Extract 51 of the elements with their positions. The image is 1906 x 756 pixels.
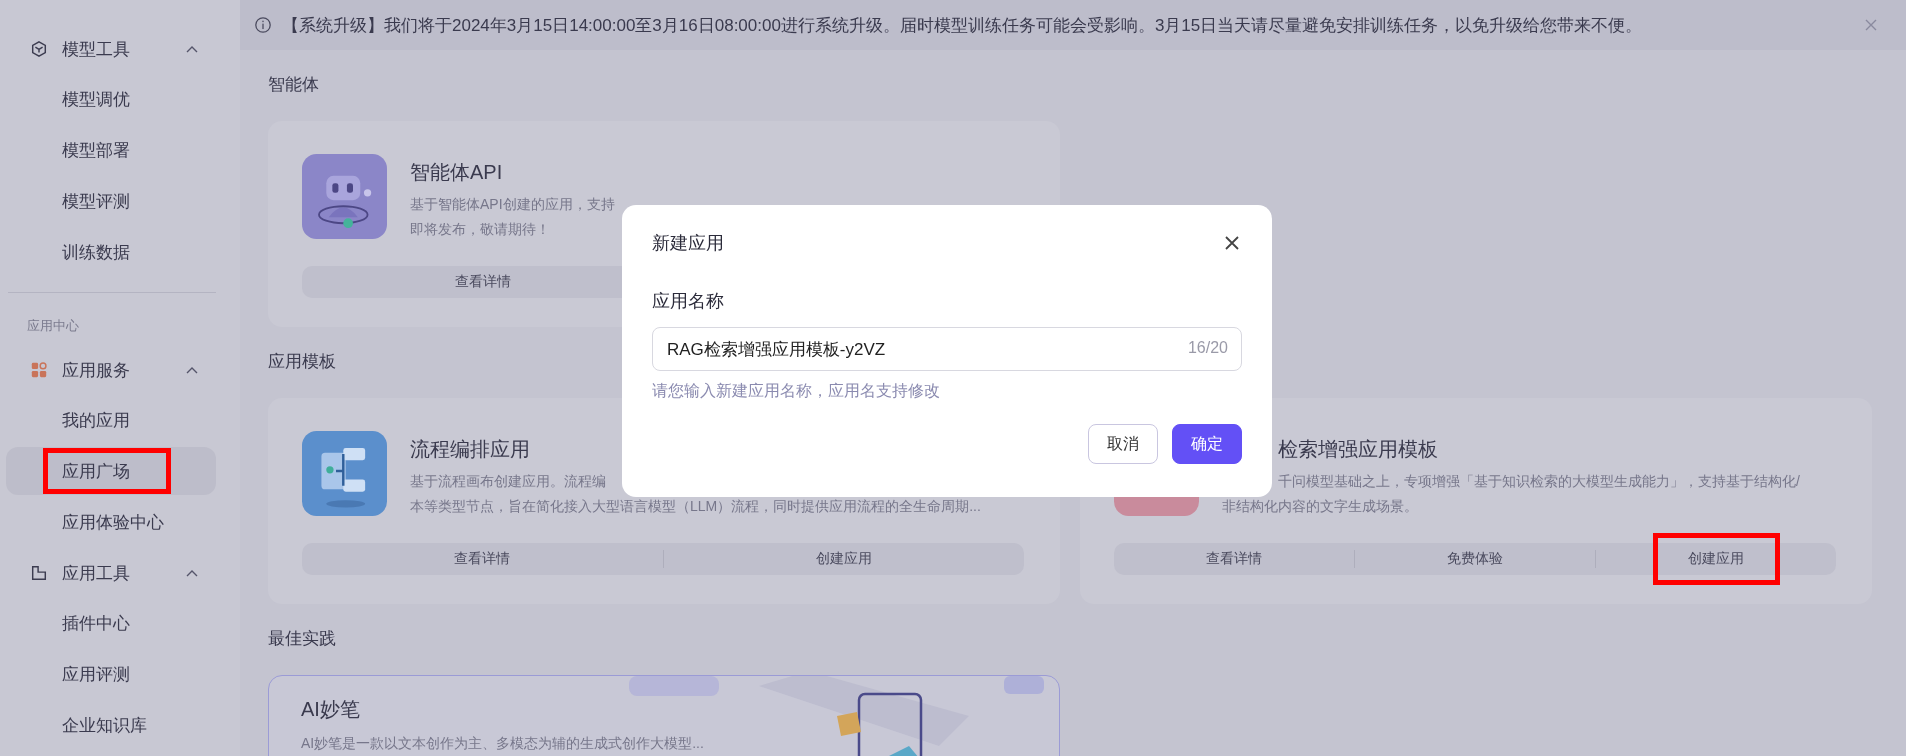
grid-icon xyxy=(30,361,48,379)
section-heading: 最佳实践 xyxy=(268,628,336,650)
action-button[interactable]: 创建应用 xyxy=(780,533,908,585)
section-label: 应用中心 xyxy=(26,317,80,335)
action-button[interactable]: 创建应用 xyxy=(1652,533,1780,585)
notice-text: 【系统升级】我们将于2024年3月15日14:00:00至3月16日08:00:00进行系统升级。届时模型训练任务可能会受影响。3月15日当天请尽量避免安排训练任务，以免升级给您带来不便。 xyxy=(282,14,1644,37)
card-title: 流程编排应用 xyxy=(410,437,531,462)
cancel-button[interactable]: 取消 xyxy=(1088,424,1158,464)
close-icon[interactable] xyxy=(1224,235,1240,251)
field-label: 应用名称 xyxy=(652,290,725,313)
cube-icon xyxy=(30,40,48,58)
action-button[interactable]: 查看详情 xyxy=(419,256,546,308)
card-title: AI妙笔 xyxy=(301,697,361,722)
section-heading: 智能体 xyxy=(268,74,319,96)
card-description: 基于流程画布创建应用。流程编 xyxy=(410,472,607,491)
menu-group[interactable]: 应用服务 xyxy=(0,345,240,395)
sidebar-item[interactable]: 模型调优 xyxy=(6,75,216,123)
sidebar-item[interactable]: 模型评测 xyxy=(6,177,216,225)
dialog-title: 新建应用 xyxy=(652,232,724,255)
sidebar-item[interactable]: 我的应用 xyxy=(6,396,216,444)
info-icon xyxy=(254,16,272,34)
action-button[interactable]: 查看详情 xyxy=(1170,533,1298,585)
menu-group[interactable]: 模型工具 xyxy=(0,24,240,74)
action-button[interactable]: 查看详情 xyxy=(418,533,546,585)
card-description: 即将发布，敬请期待！ xyxy=(410,220,551,239)
card-description: 本等类型节点，旨在简化接入大型语言模型（LLM）流程，同时提供应用流程的全生命周期... xyxy=(410,497,981,516)
flowchart-icon xyxy=(302,431,387,516)
card-title: 检索增强应用模板 xyxy=(1277,437,1439,462)
sidebar-item[interactable]: 训练数据 xyxy=(6,228,216,276)
sidebar-item[interactable]: 插件中心 xyxy=(6,599,216,647)
card-description: AI妙笔是一款以文本创作为主、多模态为辅的生成式创作大模型... xyxy=(301,734,704,753)
card-description: 千问模型基础之上，专项增强「基于知识检索的大模型生成能力」，支持基于结构化/ xyxy=(1277,472,1800,491)
robot-icon xyxy=(302,154,387,239)
caret-icon xyxy=(186,569,198,577)
card-description: 基于智能体API创建的应用，支持 xyxy=(410,195,615,214)
document-icon xyxy=(30,564,48,582)
confirm-button[interactable]: 确定 xyxy=(1172,424,1242,464)
caret-icon xyxy=(186,45,198,53)
sidebar-item[interactable]: 企业知识库 xyxy=(6,701,216,749)
card-description: 非结构化内容的文字生成场景。 xyxy=(1222,497,1419,516)
menu-group[interactable]: 应用工具 xyxy=(0,548,240,598)
character-counter: 16/20 xyxy=(1187,339,1228,357)
practice-card[interactable]: AI妙笔 AI妙笔是一款以文本创作为主、多模态为辅的生成式创作大模型... xyxy=(268,675,1060,756)
sidebar-item[interactable]: 应用体验中心 xyxy=(6,498,216,546)
sidebar-item[interactable]: 模型部署 xyxy=(6,126,216,174)
hint-text: 请您输入新建应用名称，应用名支持修改 xyxy=(652,381,941,401)
sidebar-item[interactable]: 应用评测 xyxy=(6,650,216,698)
caret-icon xyxy=(186,366,198,374)
action-button[interactable]: 免费体验 xyxy=(1411,533,1539,585)
section-heading: 应用模板 xyxy=(268,351,336,373)
card-title: 智能体API xyxy=(410,160,504,185)
